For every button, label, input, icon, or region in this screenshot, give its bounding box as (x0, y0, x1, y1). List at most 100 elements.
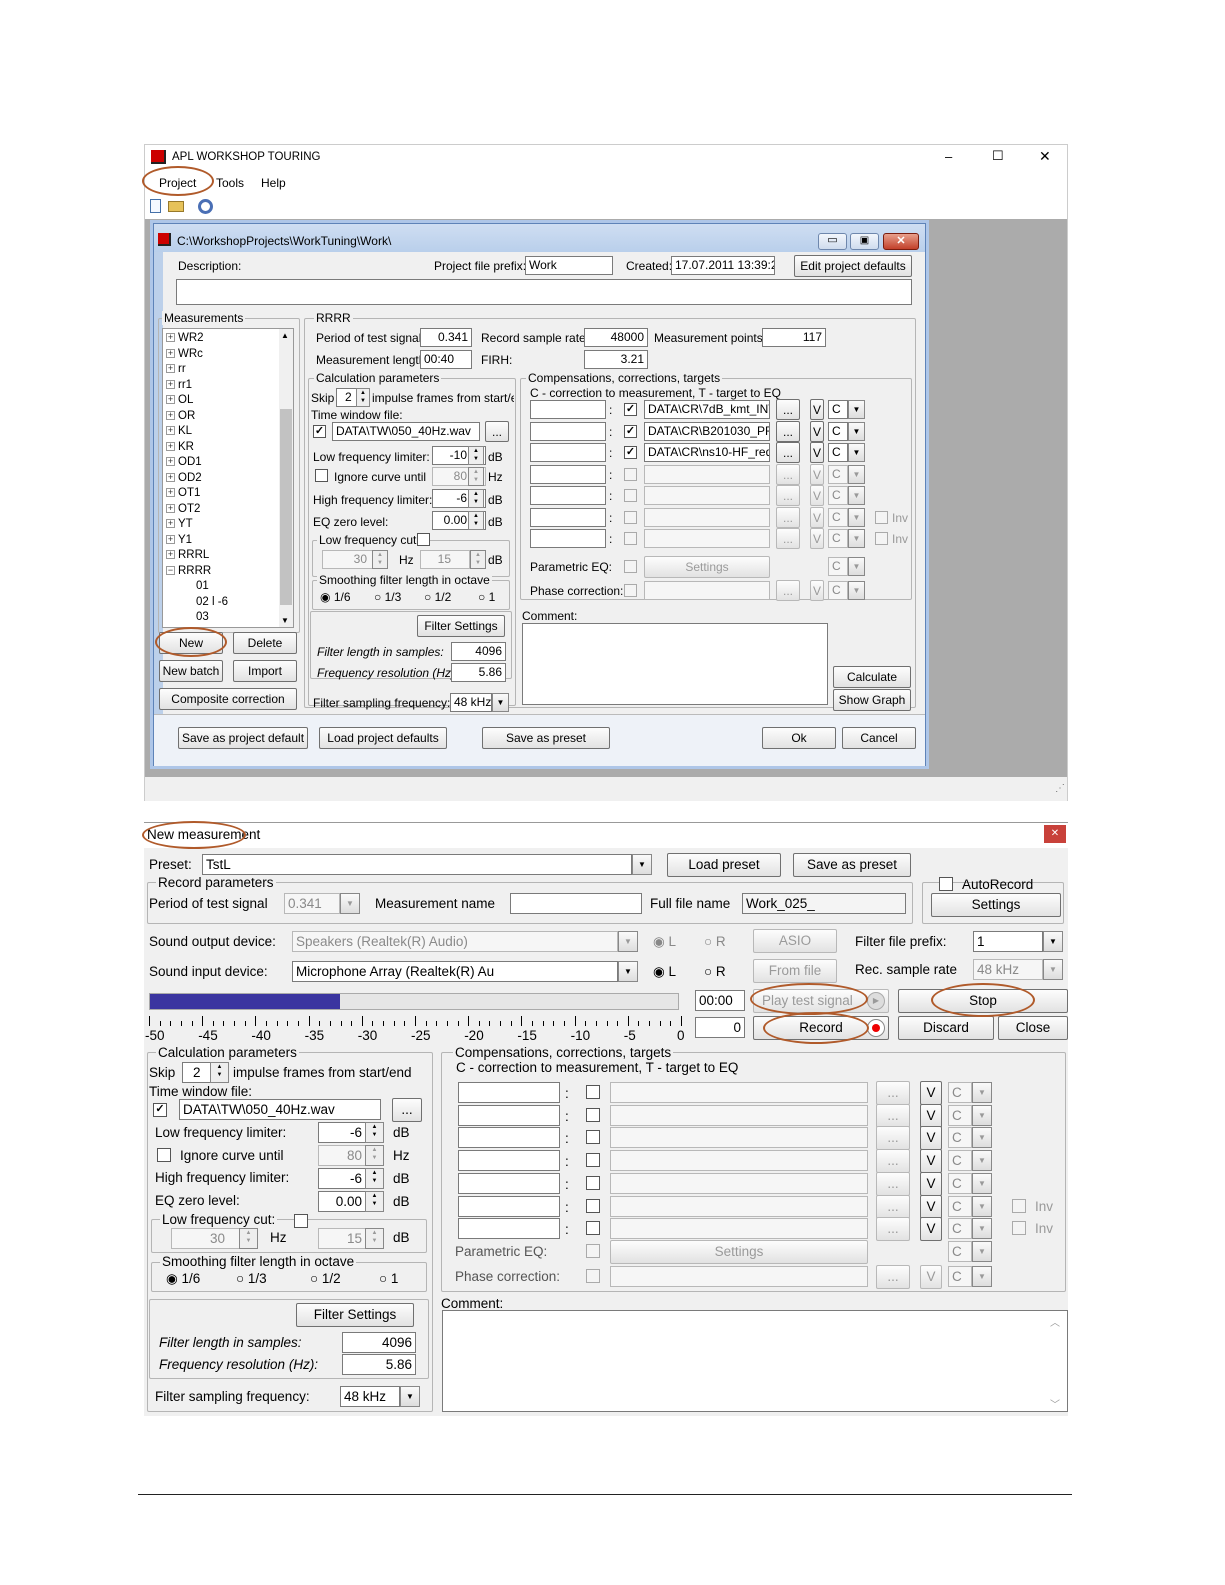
tree-child-item[interactable]: 02 l -6 (166, 595, 228, 611)
tw-browse-button[interactable]: ... (485, 421, 509, 442)
nm-comp-target-field[interactable] (458, 1127, 560, 1149)
rec-rate-dropdown-icon[interactable]: ▼ (1043, 959, 1063, 980)
nm-lowlim-spinner[interactable]: ▲ ▼ (365, 1122, 384, 1143)
comp-browse-button[interactable]: ... (776, 506, 800, 528)
smooth-radio-1[interactable]: ○ 1 (478, 590, 495, 604)
autorecord-settings-button[interactable]: Settings (931, 893, 1061, 917)
comp-target-field[interactable] (530, 400, 606, 419)
nm-close-dialog-button[interactable]: Close (998, 1016, 1068, 1040)
nm-smooth-radio-1-6[interactable]: ◉ 1/6 (166, 1271, 200, 1287)
nm-comp-v-button[interactable]: V (920, 1171, 942, 1196)
comp-checkbox[interactable]: ✓ (624, 424, 637, 438)
nm-smooth-radio-1-3[interactable]: ○ 1/3 (236, 1271, 267, 1286)
tw-field[interactable]: DATA\TW\050_40Hz.wav (332, 422, 480, 441)
tree-item[interactable]: + YT (166, 517, 228, 533)
nm-comp-type-dropdown-icon[interactable]: ▼ (972, 1218, 992, 1240)
nm-comp-type-dropdown-icon[interactable]: ▼ (972, 1082, 992, 1103)
open-folder-icon[interactable] (168, 201, 184, 212)
output-radio-l[interactable]: ◉ L (653, 934, 676, 950)
delete-button[interactable]: Delete (233, 632, 297, 654)
nm-comp-v-button[interactable]: V (920, 1081, 942, 1105)
nm-phase-v-button[interactable]: V (920, 1265, 942, 1289)
nm-filter-settings-button[interactable]: Filter Settings (296, 1303, 414, 1327)
nm-comp-v-button[interactable]: V (920, 1149, 942, 1174)
comp-file-field[interactable] (644, 486, 770, 505)
nm-comp-browse-button[interactable]: ... (876, 1081, 910, 1105)
nm-comp-type-dropdown-icon[interactable]: ▼ (972, 1172, 992, 1194)
comp-file-field[interactable]: DATA\CR\7dB_kmt_INTF (644, 400, 770, 419)
comp-type-dropdown-icon[interactable]: ▼ (848, 443, 865, 462)
nm-phase-checkbox[interactable] (586, 1269, 600, 1283)
tree-item[interactable]: + RRRL (166, 548, 228, 564)
ignore-checkbox[interactable] (315, 469, 328, 482)
lfc-checkbox[interactable] (417, 533, 430, 546)
tree-item[interactable]: + Y1 (166, 533, 228, 549)
nm-comment-scroll-up-icon[interactable]: ︿ (1050, 1314, 1060, 1329)
tree-expand-icon[interactable]: + (166, 534, 175, 544)
tree-item[interactable]: + OT1 (166, 486, 228, 502)
tree-item[interactable]: + OD1 (166, 455, 228, 471)
nm-comp-browse-button[interactable]: ... (876, 1149, 910, 1174)
comp-checkbox[interactable] (624, 532, 637, 545)
comment-field[interactable] (522, 623, 828, 705)
nm-phase-type[interactable]: C (948, 1266, 972, 1287)
discard-button[interactable]: Discard (898, 1016, 994, 1040)
close-button[interactable]: ✕ (1039, 148, 1051, 165)
phase-type[interactable]: C (828, 581, 848, 600)
tree-item[interactable]: + WRc (166, 347, 228, 363)
nm-smooth-radio-1[interactable]: ○ 1 (379, 1271, 398, 1286)
nm-smooth-radio-1-2[interactable]: ○ 1/2 (310, 1271, 341, 1286)
comp-file-field[interactable] (644, 529, 770, 548)
ok-button[interactable]: Ok (762, 727, 836, 749)
new-file-icon[interactable] (150, 199, 161, 213)
description-field[interactable] (176, 279, 912, 305)
nm-comp-type-dropdown-icon[interactable]: ▼ (972, 1127, 992, 1149)
comp-file-field[interactable]: DATA\CR\ns10-HF_red2 (644, 443, 770, 462)
comp-file-field[interactable]: DATA\CR\B201030_PRS (644, 421, 770, 441)
comp-checkbox[interactable] (624, 510, 637, 524)
tree-item[interactable]: − RRRR (166, 564, 228, 580)
edit-project-defaults-button[interactable]: Edit project defaults (794, 255, 912, 277)
tree-item[interactable]: + rr1 (166, 378, 228, 394)
calculate-button[interactable]: Calculate (833, 666, 911, 688)
smooth-radio-1-3[interactable]: ○ 1/3 (374, 590, 401, 604)
comp-v-button[interactable]: V (810, 399, 824, 420)
minimize-button[interactable]: – (945, 149, 952, 164)
tree-expand-icon[interactable]: + (166, 333, 175, 343)
comp-checkbox[interactable] (624, 467, 637, 481)
smooth-radio-1-6[interactable]: ◉ 1/6 (320, 590, 351, 604)
comp-type-select[interactable]: C (828, 529, 848, 548)
nm-comp-browse-button[interactable]: ... (876, 1126, 910, 1151)
filter-prefix-dropdown-icon[interactable]: ▼ (1043, 931, 1063, 952)
smooth-radio-1-2[interactable]: ○ 1/2 (424, 590, 451, 604)
comp-target-field[interactable] (530, 464, 606, 484)
nm-comp-inv-checkbox[interactable] (1012, 1221, 1026, 1236)
highlim-spinner[interactable]: ▲ ▼ (468, 489, 484, 508)
comp-file-field[interactable] (644, 464, 770, 484)
nm-comp-type-select[interactable]: C (948, 1172, 972, 1194)
nm-comp-type-select[interactable]: C (948, 1195, 972, 1217)
nm-ignore-spinner[interactable]: ▲ ▼ (365, 1145, 384, 1166)
tree-item[interactable]: + KR (166, 440, 228, 456)
tree-item[interactable]: + OT2 (166, 502, 228, 518)
comp-type-select[interactable]: C (828, 400, 848, 419)
tree-expand-icon[interactable]: + (166, 503, 175, 513)
tree-expand-icon[interactable]: + (166, 364, 175, 374)
tree-item[interactable]: + KL (166, 424, 228, 440)
comp-file-field[interactable] (644, 507, 770, 527)
cancel-button[interactable]: Cancel (842, 727, 916, 749)
tree-expand-icon[interactable]: + (166, 426, 175, 436)
nm-comp-target-field[interactable] (458, 1195, 560, 1217)
comp-target-field[interactable] (530, 486, 606, 505)
comp-browse-button[interactable]: ... (776, 528, 800, 549)
nm-skip-spinner[interactable]: ▲ ▼ (210, 1062, 229, 1083)
input-device-select[interactable]: Microphone Array (Realtek(R) Au (292, 961, 618, 982)
nm-comp-target-field[interactable] (458, 1104, 560, 1126)
comp-checkbox[interactable]: ✓ (624, 403, 637, 416)
comp-v-button[interactable]: V (810, 420, 824, 442)
nm-lfc-db-spinner[interactable]: ▲ ▼ (365, 1228, 384, 1249)
load-project-defaults-button[interactable]: Load project defaults (319, 727, 447, 749)
comp-inv-checkbox[interactable] (875, 532, 888, 545)
tree-expand-icon[interactable]: + (166, 519, 175, 529)
gear-icon[interactable] (198, 199, 213, 214)
